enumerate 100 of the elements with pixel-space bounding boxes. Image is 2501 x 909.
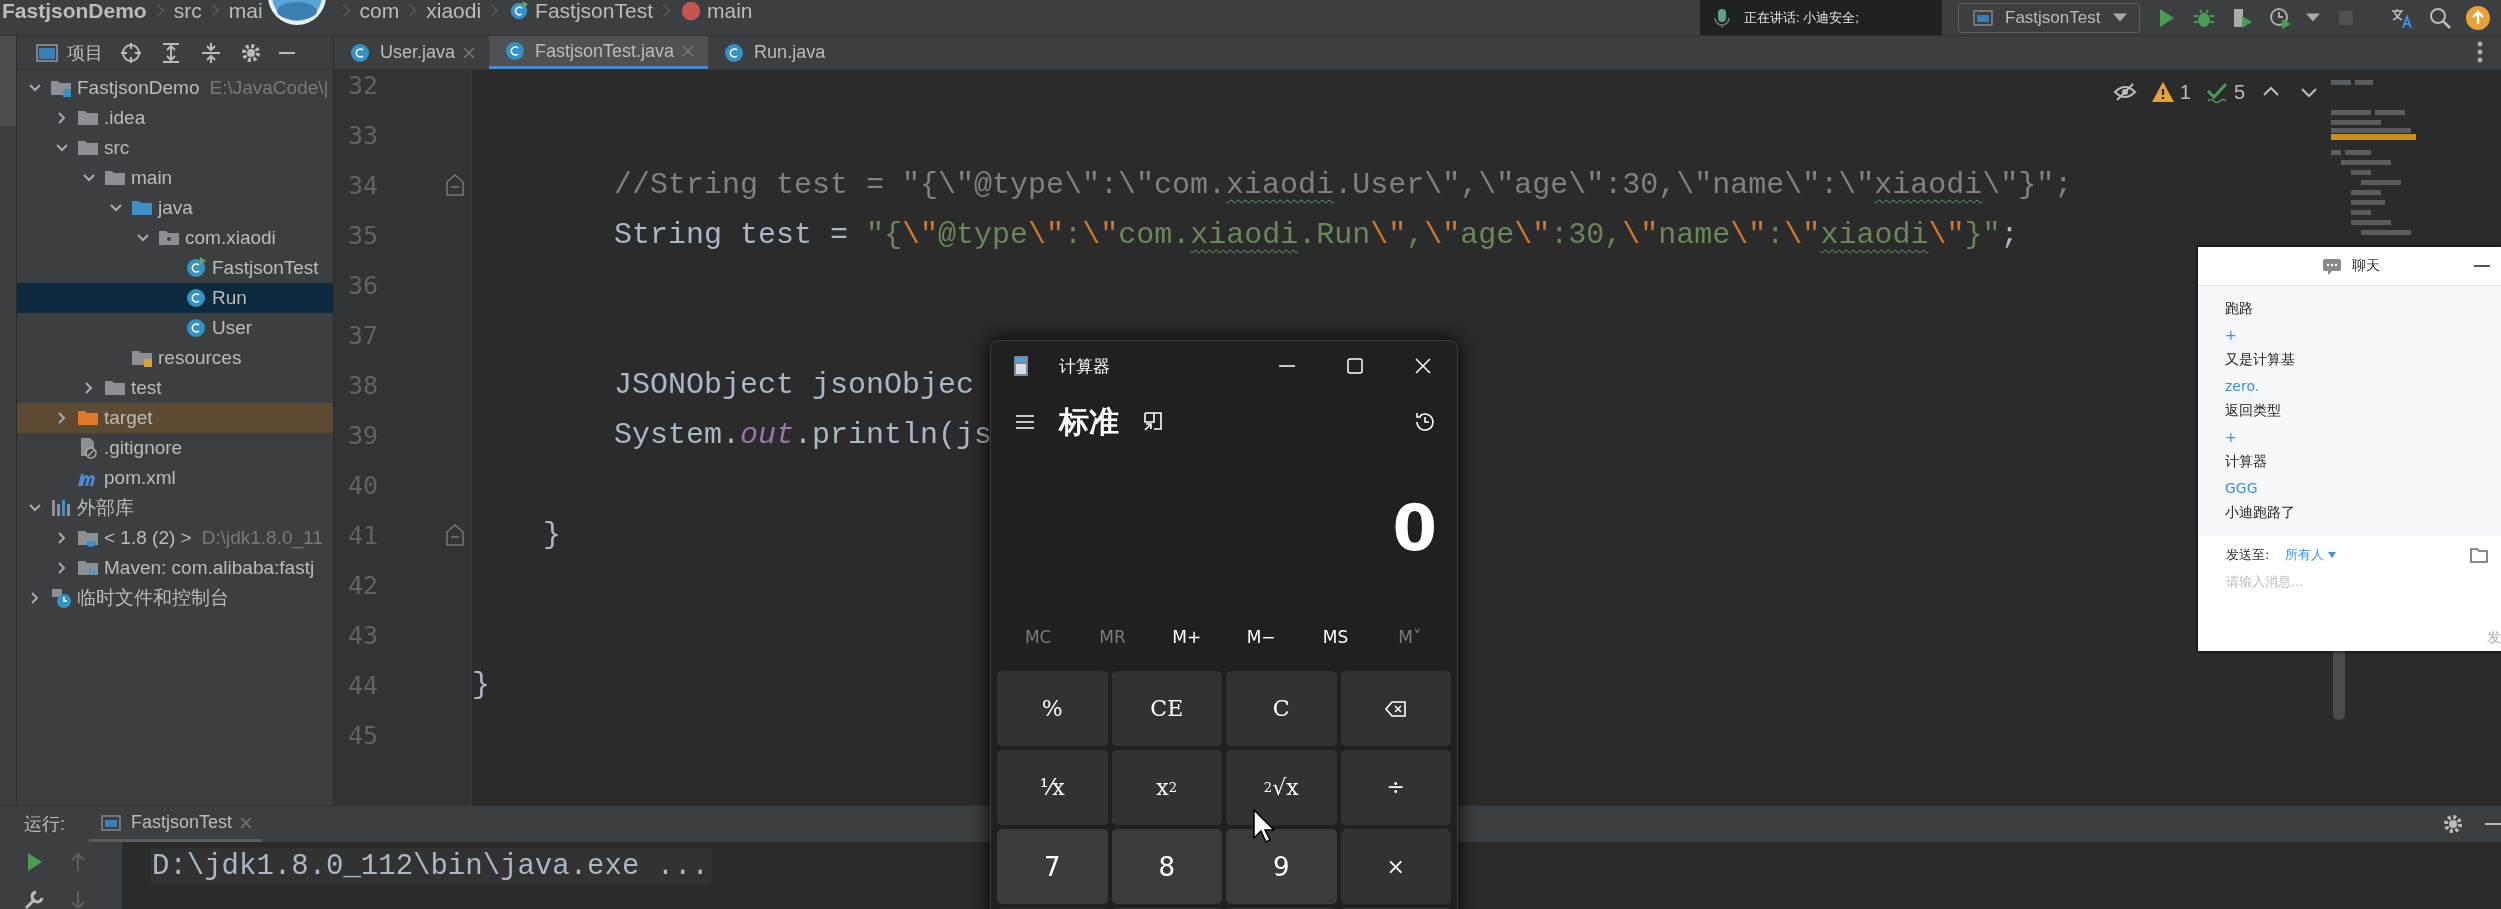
breadcrumb-item[interactable]: com	[359, 0, 400, 23]
run-panel-label: 运行:	[24, 813, 65, 836]
chat-message: 计算器	[2225, 452, 2268, 472]
class-icon	[184, 316, 208, 340]
tree-item[interactable]: Maven: com.alibaba:fastj	[17, 553, 333, 583]
memory-button[interactable]: MS	[1314, 623, 1357, 651]
tree-item[interactable]: pom.xml	[17, 463, 333, 493]
path-hint: D:\jdk1.8.0_11	[201, 527, 323, 549]
warning-icon	[2150, 80, 2175, 104]
locate-icon[interactable]	[119, 40, 143, 65]
calculator-key[interactable]: %	[997, 671, 1108, 746]
more-icon[interactable]	[2477, 41, 2483, 63]
caret-icon	[2328, 552, 2337, 558]
message-input[interactable]: 请输入消息...	[2226, 574, 2426, 589]
chat-message: 返回类型	[2225, 401, 2282, 421]
calculator-key[interactable]: C	[1226, 671, 1337, 746]
code-line: //String test = "{\"@type\":\"com.xiaodi.User\",\"age\":30,\"name\":\"xiaodi\"}";	[614, 168, 2073, 202]
chat-message: 小迪跑路了	[2225, 503, 2296, 523]
method-icon	[680, 0, 702, 22]
display-value: 0	[1392, 491, 1437, 565]
fold-marker-icon[interactable]	[446, 174, 464, 196]
calculator-key[interactable]: x$^{2}$	[1111, 750, 1222, 825]
tree-item[interactable]: 外部库	[17, 493, 333, 523]
history-icon[interactable]	[1413, 410, 1437, 434]
calculator-key[interactable]: 8	[1111, 829, 1222, 904]
code-line: String test = "{\"@type\":\"com.xiaodi.Run\",\"age\":30,\"name\":\"xiaodi\"}";	[614, 218, 2019, 252]
tree-item[interactable]: main	[17, 163, 333, 193]
memory-button[interactable]: M+	[1164, 623, 1210, 651]
breadcrumb-item[interactable]: FastjsonTest	[508, 0, 653, 23]
minimize-icon	[1279, 365, 1295, 367]
check-count[interactable]: 5	[2204, 80, 2245, 104]
fold-marker-icon[interactable]	[446, 524, 464, 546]
class-icon	[508, 0, 531, 22]
wrench-icon[interactable]	[22, 888, 46, 909]
caret-icon[interactable]	[2306, 13, 2320, 22]
minimize-icon	[2474, 265, 2490, 267]
code-line: System.out.println(js	[614, 418, 993, 452]
tree-item[interactable]: FastjsonDemo E:\JavaCode\|	[17, 73, 333, 103]
breadcrumb-item[interactable]: FastjsonDemo	[2, 0, 147, 23]
calculator-key[interactable]: CE	[1111, 671, 1222, 746]
sender-name: +	[2225, 427, 2238, 447]
notification-text: 正在讲话: 小迪安全;	[1744, 8, 1859, 27]
tree-item[interactable]: Run	[17, 283, 333, 313]
sender-name: +	[2225, 325, 2238, 345]
close-icon[interactable]	[463, 46, 476, 59]
breadcrumb-item[interactable]: src	[173, 0, 202, 23]
warning-count[interactable]: 1	[2150, 80, 2191, 104]
tree-item[interactable]: com.xiaodi	[17, 223, 333, 253]
minimize-icon[interactable]	[279, 51, 295, 54]
code-line: }	[472, 668, 490, 702]
class-icon	[184, 286, 208, 310]
editor-tab[interactable]: User.java	[334, 36, 490, 69]
breadcrumb-item[interactable]: xiaodi	[426, 0, 482, 23]
update-icon[interactable]	[2466, 5, 2490, 30]
breadcrumb-item[interactable]: mai	[228, 0, 263, 23]
tree-item[interactable]: < 1.8 (2) > D:\jdk1.8.0_11	[17, 523, 333, 553]
code-line: JSONObject jsonObjec	[614, 368, 975, 402]
window-title: 计算器	[1059, 354, 1110, 378]
tree-item[interactable]: .gitignore	[17, 433, 333, 463]
profiler-icon[interactable]	[2268, 5, 2292, 30]
scratches-icon	[49, 586, 73, 610]
code-line: }	[543, 518, 561, 552]
tree-item[interactable]: java	[17, 193, 333, 223]
settings-icon[interactable]	[2441, 812, 2465, 836]
collapse-all-icon[interactable]	[199, 40, 223, 65]
sender-name: zero.	[2225, 376, 2261, 396]
project-panel-title[interactable]: 项目	[35, 40, 103, 65]
memory-button[interactable]: M−	[1238, 623, 1284, 651]
chat-title: 聊天	[2351, 257, 2380, 275]
tree-item[interactable]: src	[17, 133, 333, 163]
calculator-key[interactable]: ÷	[1340, 750, 1451, 825]
tree-item[interactable]: 临时文件和控制台	[17, 583, 333, 613]
tree-item[interactable]: resources	[17, 343, 333, 373]
calculator-key[interactable]: ×	[1340, 829, 1451, 904]
mouse-cursor-icon	[1253, 809, 1275, 843]
search-icon[interactable]	[2428, 5, 2452, 30]
tree-item[interactable]: test	[17, 373, 333, 403]
calculator-key[interactable]: $^{2}$√x	[1226, 750, 1337, 825]
tree-item[interactable]: target	[17, 403, 333, 433]
run-config-dropdown[interactable]: FastjsonTest	[1958, 2, 2140, 33]
recipient-dropdown[interactable]: 所有人	[2285, 546, 2337, 564]
editor-tab[interactable]: FastjsonTest.java	[489, 36, 709, 69]
path-hint: E:\JavaCode\|	[209, 77, 329, 99]
chat-message: 跑路	[2225, 299, 2254, 319]
breadcrumb-item[interactable]: main	[680, 0, 753, 23]
check-icon	[2204, 80, 2229, 104]
chat-message: 又是计算基	[2225, 350, 2296, 370]
tree-item[interactable]: User	[17, 313, 333, 343]
calculator-key[interactable]: 9	[1226, 829, 1337, 904]
calculator-key[interactable]: 7	[997, 829, 1108, 904]
close-icon[interactable]	[240, 816, 253, 829]
sender-name: GGG	[2225, 478, 2259, 498]
tree-item[interactable]: FastjsonTest	[17, 253, 333, 283]
tree-item[interactable]: .idea	[17, 103, 333, 133]
caret-icon	[2113, 13, 2127, 22]
send-to-label: 发送至:	[2226, 546, 2270, 564]
mode-title: 标准	[1059, 402, 1119, 441]
calculator-key[interactable]: ⅟x	[997, 750, 1108, 825]
console-output: D:\jdk1.8.0_112\bin\java.exe ...	[150, 848, 711, 885]
editor-tab[interactable]: Run.java	[708, 36, 840, 69]
